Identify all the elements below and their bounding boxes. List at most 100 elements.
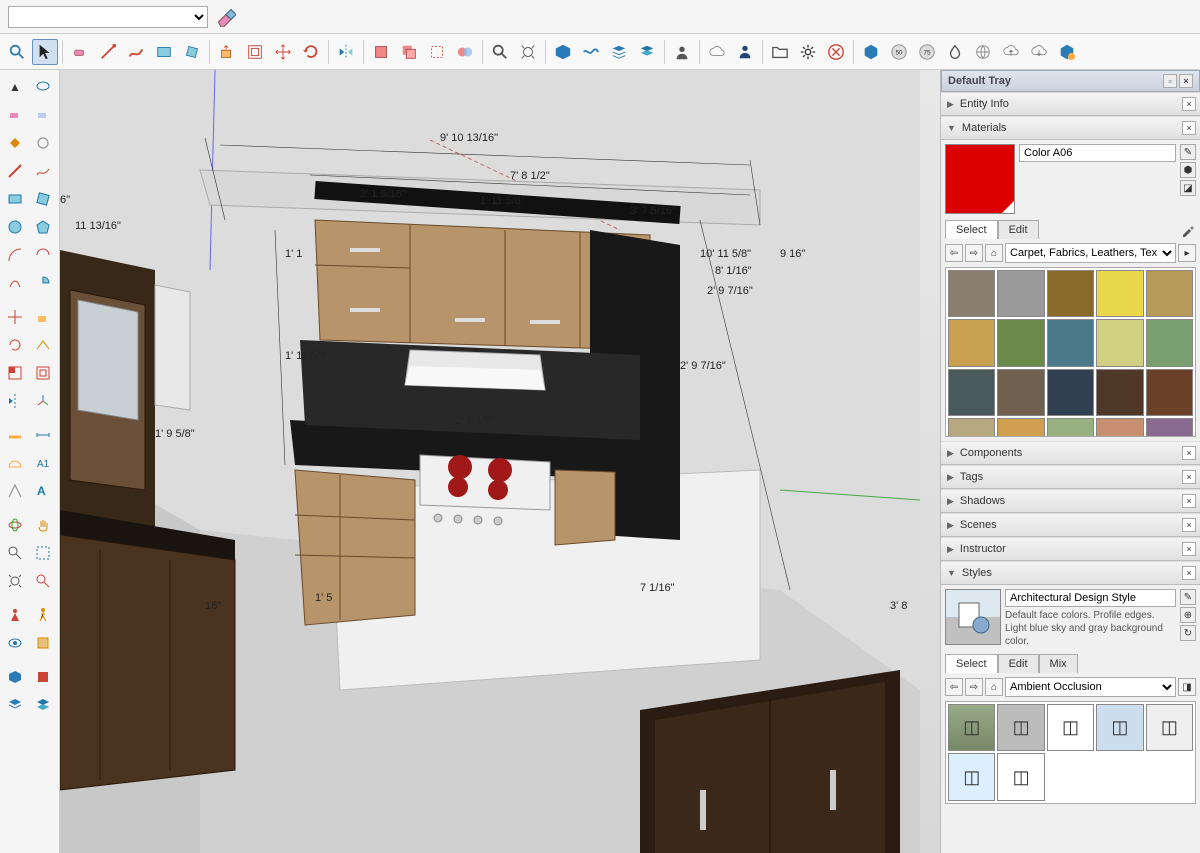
panel-components[interactable]: ▶Components× [941, 441, 1200, 465]
panel-styles[interactable]: ▼Styles× [941, 561, 1200, 585]
move-tool[interactable] [270, 39, 296, 65]
dimension-icon[interactable] [30, 422, 56, 448]
tape-icon[interactable] [2, 422, 28, 448]
folder-open-icon[interactable] [767, 39, 793, 65]
pie-icon[interactable] [30, 270, 56, 296]
lasso-icon[interactable] [30, 74, 56, 100]
look-icon[interactable] [2, 630, 28, 656]
style-collection-select[interactable]: Ambient Occlusion [1005, 677, 1176, 697]
panel-close-icon[interactable]: × [1182, 566, 1196, 580]
select-tool[interactable] [32, 39, 58, 65]
polygon-icon[interactable] [30, 214, 56, 240]
panel-close-icon[interactable]: × [1182, 494, 1196, 508]
material-swatch[interactable] [1146, 270, 1193, 317]
sample-icon[interactable] [30, 130, 56, 156]
rectangle-tool[interactable] [151, 39, 177, 65]
layers2-icon2[interactable] [30, 692, 56, 718]
panel-close-icon[interactable]: × [1182, 97, 1196, 111]
eraser-tool[interactable] [67, 39, 93, 65]
material-swatch[interactable] [948, 418, 995, 437]
style-swatch[interactable]: ◫ [997, 753, 1044, 800]
style-swatch[interactable]: ◫ [948, 753, 995, 800]
tray-pin-icon[interactable]: ▫ [1163, 74, 1177, 88]
rotate-tool[interactable] [298, 39, 324, 65]
material-swatch[interactable] [1146, 369, 1193, 416]
tab-select[interactable]: Select [945, 654, 998, 673]
nav-fwd-icon[interactable]: ⇨ [965, 244, 983, 262]
material-swatch[interactable] [1096, 418, 1143, 437]
arc-icon[interactable] [2, 242, 28, 268]
zoom-extents[interactable] [515, 39, 541, 65]
tag-tool-icon[interactable] [216, 7, 236, 27]
flip-tool[interactable] [333, 39, 359, 65]
arc3-icon[interactable] [2, 270, 28, 296]
default-material-icon[interactable]: ◪ [1180, 180, 1196, 196]
cloud-icon[interactable] [704, 39, 730, 65]
axes-icon[interactable] [30, 388, 56, 414]
ext-icon[interactable] [30, 664, 56, 690]
panel-shadows[interactable]: ▶Shadows× [941, 489, 1200, 513]
panel-close-icon[interactable]: × [1182, 446, 1196, 460]
scale-icon[interactable] [2, 360, 28, 386]
tray-close-icon[interactable]: × [1179, 74, 1193, 88]
panel-entity-info[interactable]: ▶ Entity Info × [941, 92, 1200, 116]
move-icon[interactable] [2, 304, 28, 330]
outer-shell[interactable] [424, 39, 450, 65]
new-style-icon[interactable]: ⊕ [1180, 607, 1196, 623]
style-swatch[interactable]: ◫ [997, 704, 1044, 751]
droplet-icon[interactable] [942, 39, 968, 65]
layers-icon2[interactable] [2, 692, 28, 718]
home-icon[interactable]: ⌂ [985, 678, 1003, 696]
line-icon[interactable] [2, 158, 28, 184]
panel-instructor[interactable]: ▶Instructor× [941, 537, 1200, 561]
rotate-icon[interactable] [2, 332, 28, 358]
material-swatch[interactable] [948, 270, 995, 317]
tab-edit[interactable]: Edit [998, 220, 1039, 239]
3d-warehouse-icon[interactable] [550, 39, 576, 65]
material-swatch[interactable] [997, 369, 1044, 416]
panel-tags[interactable]: ▶Tags× [941, 465, 1200, 489]
material-swatch[interactable] [1096, 369, 1143, 416]
pushpull-tool[interactable] [214, 39, 240, 65]
add-material-icon[interactable]: ⬢ [1180, 162, 1196, 178]
zoom-icon[interactable] [2, 540, 28, 566]
home-icon[interactable]: ⌂ [985, 244, 1003, 262]
zoomext-icon[interactable] [2, 568, 28, 594]
freehand-icon[interactable] [30, 158, 56, 184]
badge-50-icon[interactable]: 50 [886, 39, 912, 65]
material-swatch[interactable] [1047, 319, 1094, 366]
zoom-tool[interactable] [487, 39, 513, 65]
material-swatch[interactable] [1146, 418, 1193, 437]
update-style-icon[interactable]: ✎ [1180, 589, 1196, 605]
eraser-icon[interactable] [2, 102, 28, 128]
text-icon[interactable]: A1 [30, 450, 56, 476]
style-preview[interactable] [945, 589, 1001, 645]
eyedropper-icon[interactable] [1180, 222, 1196, 238]
bucket-icon[interactable] [2, 130, 28, 156]
pan-icon[interactable] [30, 512, 56, 538]
material-swatch[interactable] [1047, 270, 1094, 317]
material-swatch[interactable] [948, 319, 995, 366]
nav-fwd-icon[interactable]: ⇨ [965, 678, 983, 696]
material-swatch[interactable] [997, 270, 1044, 317]
orbit-icon[interactable] [2, 512, 28, 538]
globe-icon[interactable] [970, 39, 996, 65]
refresh-style-icon[interactable]: ↻ [1180, 625, 1196, 641]
style-name-input[interactable] [1005, 589, 1176, 607]
panel-close-icon[interactable]: × [1182, 542, 1196, 556]
studio-icon[interactable] [858, 39, 884, 65]
style-swatch[interactable]: ◫ [948, 704, 995, 751]
prev-view-icon[interactable] [30, 568, 56, 594]
section-icon[interactable] [30, 630, 56, 656]
line-tool[interactable] [95, 39, 121, 65]
tag-dropdown[interactable] [8, 6, 208, 28]
create-material-icon[interactable]: ✎ [1180, 144, 1196, 160]
material-swatch[interactable] [948, 369, 995, 416]
offset-tool[interactable] [242, 39, 268, 65]
person-icon[interactable] [732, 39, 758, 65]
material-swatch[interactable] [1047, 369, 1094, 416]
tab-edit[interactable]: Edit [998, 654, 1039, 673]
panel-close-icon[interactable]: × [1182, 518, 1196, 532]
material-swatch[interactable] [1146, 319, 1193, 366]
cloud-down-icon[interactable] [1026, 39, 1052, 65]
